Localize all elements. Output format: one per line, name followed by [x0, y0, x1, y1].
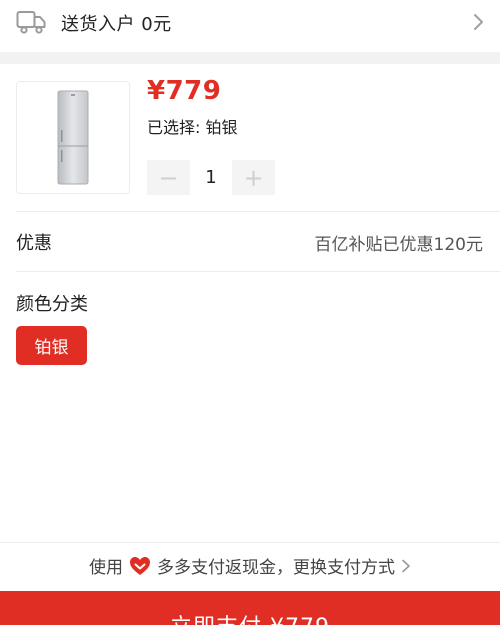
pay-now-button[interactable]: 立即支付 ¥779: [0, 591, 500, 625]
delivery-text: 送货入户 0元: [61, 14, 172, 35]
divider: [16, 271, 500, 272]
delivery-row[interactable]: 送货入户 0元: [0, 0, 500, 44]
discount-value: 百亿补贴已优惠120元: [314, 235, 483, 255]
color-option-platinum-silver[interactable]: 铂银: [16, 326, 87, 365]
product-summary: ¥779 已选择: 铂银 − 1 +: [0, 64, 500, 212]
color-category-title: 颜色分类: [16, 294, 88, 315]
quantity-value: 1: [205, 167, 217, 188]
truck-icon: [16, 11, 46, 34]
fridge-image: [57, 90, 89, 185]
payment-tip-prefix: 使用: [89, 558, 123, 578]
heart-icon: [130, 556, 150, 575]
quantity-stepper: − 1 +: [147, 160, 275, 195]
price: ¥779: [147, 76, 222, 106]
chevron-right-icon: [402, 559, 410, 572]
chevron-right-icon: [474, 14, 483, 30]
discount-label: 优惠: [16, 233, 52, 254]
product-thumbnail[interactable]: [16, 81, 130, 194]
selected-spec: 已选择: 铂银: [147, 118, 238, 137]
payment-tip-text: 多多支付返现金，更换支付方式: [157, 558, 395, 578]
increase-button[interactable]: +: [232, 160, 275, 195]
payment-method-switch[interactable]: 使用 多多支付返现金，更换支付方式: [0, 543, 500, 588]
divider: [16, 211, 500, 212]
pay-now-label: 立即支付 ¥779: [0, 609, 500, 625]
section-gap: [0, 52, 500, 64]
decrease-button[interactable]: −: [147, 160, 190, 195]
